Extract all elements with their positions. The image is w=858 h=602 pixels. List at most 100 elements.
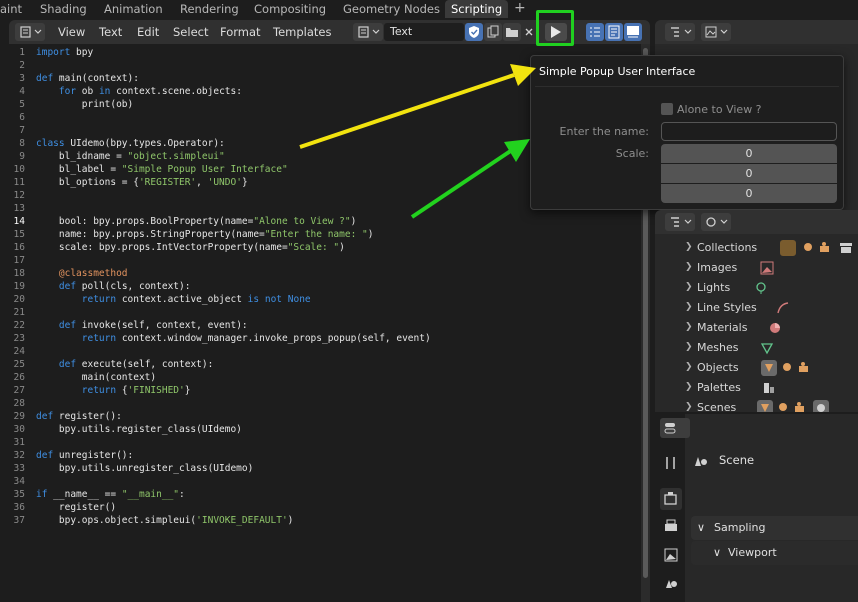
- outliner-item-objects[interactable]: ❯ Objects: [655, 358, 858, 378]
- expand-arrow-icon[interactable]: ❯: [685, 322, 693, 332]
- expand-arrow-icon[interactable]: ❯: [685, 362, 693, 372]
- code-line[interactable]: return context.active_object is not None: [36, 294, 311, 305]
- code-line[interactable]: def execute(self, context):: [36, 359, 213, 370]
- outliner-item-images[interactable]: ❯ Images: [655, 258, 858, 278]
- outliner-item-label: Meshes: [697, 341, 739, 354]
- open-text-button[interactable]: [503, 23, 521, 41]
- editor-type-button-upper-right[interactable]: [665, 23, 695, 41]
- scene-tab[interactable]: [660, 572, 682, 594]
- code-line[interactable]: def main(context):: [36, 73, 139, 84]
- light-bulb-icon: [800, 240, 816, 256]
- menu-select[interactable]: Select: [173, 20, 208, 44]
- code-line[interactable]: bl_idname = "object.simpleui": [36, 151, 225, 162]
- code-line[interactable]: bl_label = "Simple Popup User Interface": [36, 164, 288, 175]
- outliner-item-collections[interactable]: ❯ Collections: [655, 238, 858, 258]
- tab-geometry-nodes[interactable]: Geometry Nodes: [343, 0, 440, 18]
- alone-to-view-checkbox[interactable]: [661, 103, 673, 115]
- outliner-editor-type-button[interactable]: [665, 213, 695, 231]
- menu-text[interactable]: Text: [99, 20, 122, 44]
- outliner-item-palettes[interactable]: ❯ Palettes: [655, 378, 858, 398]
- line-number: 17: [13, 255, 25, 266]
- tab-shading[interactable]: Shading: [40, 0, 87, 18]
- light-bulb-icon: [775, 400, 791, 412]
- code-line[interactable]: name: bpy.props.StringProperty(name="Ent…: [36, 229, 374, 240]
- code-line[interactable]: class UIdemo(bpy.types.Operator):: [36, 138, 225, 149]
- viewport-subpanel-header[interactable]: ∨ Viewport: [691, 541, 858, 565]
- code-line[interactable]: scale: bpy.props.IntVectorProperty(name=…: [36, 242, 345, 253]
- menu-view[interactable]: View: [58, 20, 85, 44]
- workspace-tab-bar: aint Shading Animation Rendering Composi…: [0, 0, 858, 18]
- properties-editor-type-button[interactable]: [660, 418, 690, 438]
- expand-arrow-icon[interactable]: ❯: [685, 262, 693, 272]
- expand-arrow-icon[interactable]: ❯: [685, 342, 693, 352]
- toggle-line-numbers-button[interactable]: [586, 23, 604, 41]
- tab-compositing[interactable]: Compositing: [254, 0, 326, 18]
- browse-text-button[interactable]: [353, 23, 383, 41]
- menu-templates[interactable]: Templates: [273, 20, 331, 44]
- tab-layout-paint[interactable]: aint: [0, 0, 22, 18]
- code-line[interactable]: return {'FINISHED'}: [36, 385, 191, 396]
- tool-tab[interactable]: [660, 452, 682, 474]
- tab-rendering[interactable]: Rendering: [180, 0, 239, 18]
- text-name-field[interactable]: Text: [384, 23, 464, 41]
- code-line[interactable]: def register():: [36, 411, 122, 422]
- world-icon: [813, 400, 829, 412]
- code-line[interactable]: def unregister():: [36, 450, 133, 461]
- outliner-display-mode-button[interactable]: [701, 213, 731, 231]
- scale-y-field[interactable]: 0: [661, 164, 837, 183]
- line-number: 22: [13, 320, 25, 331]
- code-line[interactable]: import bpy: [36, 47, 93, 58]
- tab-scripting[interactable]: Scripting: [445, 0, 509, 18]
- code-line[interactable]: bpy.ops.object.simpleui('INVOKE_DEFAULT'…: [36, 515, 294, 526]
- enter-name-input[interactable]: [661, 122, 837, 141]
- outliner-item-meshes[interactable]: ❯ Meshes: [655, 338, 858, 358]
- code-line[interactable]: def poll(cls, context):: [36, 281, 191, 292]
- duplicate-text-button[interactable]: [484, 23, 502, 41]
- add-workspace-icon[interactable]: +: [514, 0, 526, 17]
- code-line[interactable]: register(): [36, 502, 116, 513]
- outliner-item-materials[interactable]: ❯ Materials: [655, 318, 858, 338]
- render-tab[interactable]: [660, 488, 682, 510]
- outliner-item-lights[interactable]: ❯ Lights: [655, 278, 858, 298]
- line-number: 34: [13, 476, 25, 487]
- line-number: 4: [19, 86, 25, 97]
- menu-edit[interactable]: Edit: [137, 20, 159, 44]
- view-layer-tab[interactable]: [660, 544, 682, 566]
- sampling-panel-header[interactable]: ∨ Sampling: [691, 516, 858, 540]
- outliner-item-label: Palettes: [697, 381, 741, 394]
- scale-x-field[interactable]: 0: [661, 144, 837, 163]
- display-mode-button[interactable]: [701, 23, 731, 41]
- output-tab[interactable]: [660, 516, 682, 538]
- expand-arrow-icon[interactable]: ❯: [685, 282, 693, 292]
- sampling-label: Sampling: [714, 521, 766, 534]
- code-line[interactable]: main(context): [36, 372, 156, 383]
- archive-icon: [838, 240, 854, 256]
- object-icon: [761, 360, 777, 376]
- expand-arrow-icon[interactable]: ❯: [685, 402, 693, 412]
- code-line[interactable]: bool: bpy.props.BoolProperty(name="Alone…: [36, 216, 356, 227]
- toggle-syntax-highlight-button[interactable]: [624, 23, 642, 41]
- code-line[interactable]: print(ob): [36, 99, 133, 110]
- toggle-word-wrap-button[interactable]: [605, 23, 623, 41]
- code-line[interactable]: bpy.utils.unregister_class(UIdemo): [36, 463, 253, 474]
- code-line[interactable]: for ob in context.scene.objects:: [36, 86, 242, 97]
- line-number: 14: [13, 216, 25, 227]
- expand-arrow-icon[interactable]: ❯: [685, 242, 693, 252]
- code-line[interactable]: bl_options = {'REGISTER', 'UNDO'}: [36, 177, 248, 188]
- expand-arrow-icon[interactable]: ❯: [685, 382, 693, 392]
- code-line[interactable]: bpy.utils.register_class(UIdemo): [36, 424, 242, 435]
- outliner-item-line-styles[interactable]: ❯ Line Styles: [655, 298, 858, 318]
- outliner-item-scenes[interactable]: ❯ Scenes: [655, 398, 858, 412]
- code-line[interactable]: return context.window_manager.invoke_pro…: [36, 333, 431, 344]
- fake-user-button[interactable]: [465, 23, 483, 41]
- expand-arrow-icon[interactable]: ❯: [685, 302, 693, 312]
- tab-animation[interactable]: Animation: [104, 0, 163, 18]
- code-line[interactable]: def invoke(self, context, event):: [36, 320, 248, 331]
- scale-z-field[interactable]: 0: [661, 184, 837, 203]
- code-line[interactable]: if __name__ == "__main__":: [36, 489, 185, 500]
- outliner-panel: ❯ Collections ❯ Images ❯ Lights ❯ Line S…: [655, 210, 858, 412]
- line-number: 19: [13, 281, 25, 292]
- editor-type-button[interactable]: [15, 23, 45, 41]
- menu-format[interactable]: Format: [220, 20, 261, 44]
- code-line[interactable]: @classmethod: [36, 268, 128, 279]
